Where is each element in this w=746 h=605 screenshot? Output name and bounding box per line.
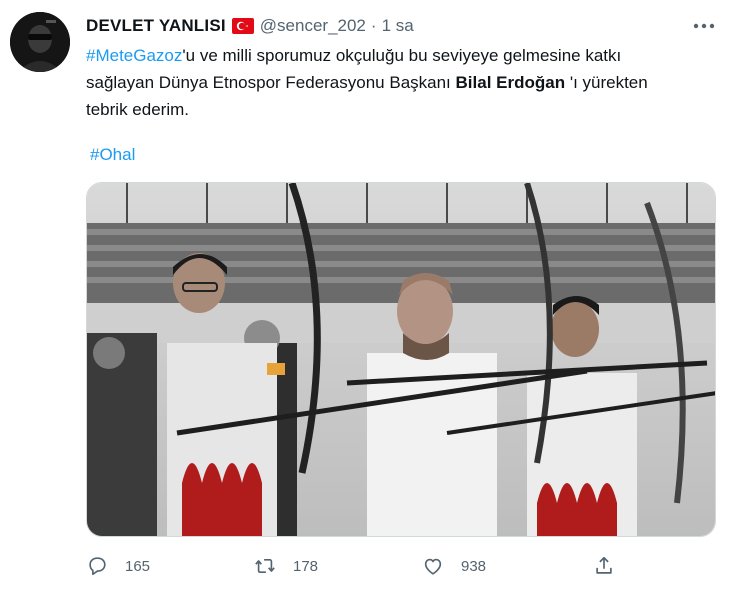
archery-photo — [87, 183, 715, 536]
tweet-text-line-4: #Ohal — [86, 141, 726, 168]
heart-icon — [424, 558, 442, 575]
tweet-text-segment: sağlayan Dünya Etnospor Federasyonu Başk… — [86, 73, 456, 92]
tweet-text-bold: Bilal Erdoğan — [455, 73, 566, 92]
tweet-header: DEVLET YANLISI @sencer_202 · 1 sa — [86, 14, 414, 38]
retweet-icon — [255, 559, 275, 573]
avatar[interactable] — [10, 12, 70, 72]
turkey-flag-icon — [231, 18, 254, 34]
hashtag-link[interactable]: #Ohal — [90, 145, 135, 164]
more-dots-icon[interactable] — [689, 14, 719, 38]
reply-count: 165 — [125, 557, 151, 575]
tweet-text-segment: 'u ve milli sporumuz okçuluğu bu seviyey… — [182, 46, 622, 65]
tweet-card[interactable]: DEVLET YANLISI @sencer_202 · 1 sa #MeteG… — [0, 0, 746, 605]
reply-button[interactable]: 165 — [86, 552, 150, 580]
header-separator: · — [370, 16, 377, 35]
tweet-text-line-3: tebrik ederim. — [86, 100, 189, 119]
author-name[interactable]: DEVLET YANLISI — [86, 16, 226, 36]
tweet-text-line-1: #MeteGazoz'u ve milli sporumuz okçuluğu … — [86, 42, 726, 69]
reply-icon — [89, 557, 106, 576]
share-button[interactable] — [593, 552, 615, 580]
share-icon — [596, 556, 612, 574]
tweet-text: #MeteGazoz'u ve milli sporumuz okçuluğu … — [86, 42, 726, 168]
tweet-text-line-2: sağlayan Dünya Etnospor Federasyonu Başk… — [86, 69, 726, 96]
retweet-count: 178 — [293, 557, 319, 575]
retweet-button[interactable]: 178 — [254, 552, 318, 580]
tweet-photo[interactable] — [86, 182, 716, 537]
tweet-text-segment: 'ı yürekten — [565, 73, 648, 92]
hashtag-link[interactable]: #MeteGazoz — [86, 46, 182, 65]
tweet-actions: 165 178 938 — [86, 552, 646, 580]
author-handle[interactable]: @sencer_202 — [260, 16, 366, 36]
like-count: 938 — [461, 557, 487, 575]
tweet-timestamp[interactable]: 1 sa — [382, 16, 414, 36]
like-button[interactable]: 938 — [422, 552, 486, 580]
